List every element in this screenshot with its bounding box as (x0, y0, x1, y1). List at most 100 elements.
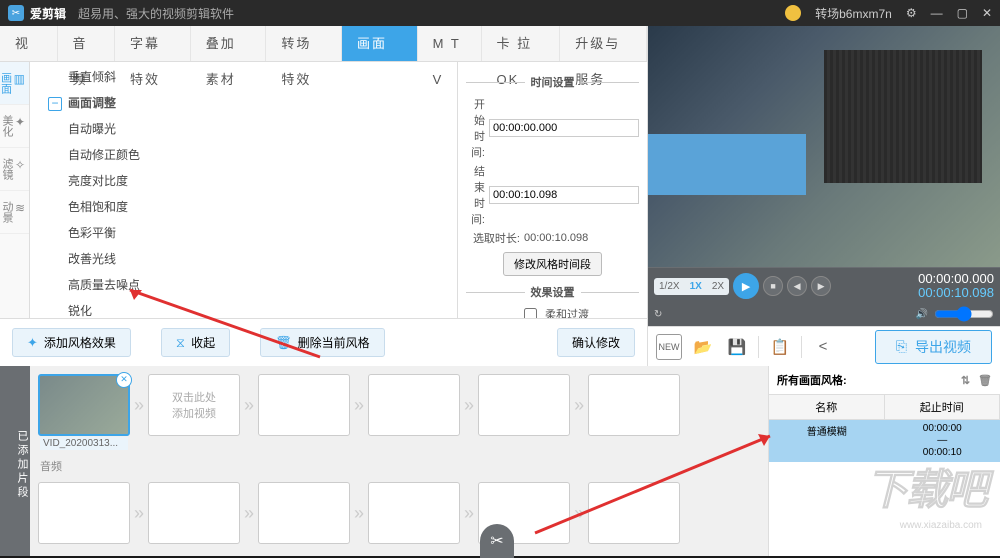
delete-effect-button[interactable]: 🗑删除当前风格 (260, 328, 385, 357)
app-logo-icon: ✂ (8, 5, 24, 21)
col-time: 起止时间 (885, 395, 1000, 419)
tree-item[interactable]: 垂直倾斜 (30, 64, 457, 90)
avatar-icon[interactable] (785, 5, 801, 21)
next-frame-button[interactable]: ▶ (811, 276, 831, 296)
tree-item[interactable]: 亮度对比度 (30, 168, 457, 194)
speed-tabs: 1/2X 1X 2X (654, 278, 729, 295)
speed-half[interactable]: 1/2X (654, 278, 685, 295)
audio-track-label: 音频 (38, 454, 760, 478)
col-name: 名称 (769, 395, 885, 419)
chevron-right-icon: » (134, 395, 144, 416)
app-subtitle: 超易用、强大的视频剪辑软件 (78, 5, 234, 22)
audio-clip-slot[interactable] (38, 482, 130, 544)
tree-group-adjust[interactable]: 画面调整 (30, 90, 457, 116)
tree-item[interactable]: 锐化 (30, 298, 457, 318)
settings-icon[interactable]: ⚙ (906, 6, 917, 20)
empty-clip-slot[interactable] (258, 374, 350, 436)
tab-style[interactable]: 画面风格 (342, 26, 418, 61)
minimize-button[interactable]: — (931, 6, 943, 20)
chevron-right-icon: » (354, 503, 364, 524)
time-display: 00:00:00.000 00:00:10.098 (918, 272, 994, 300)
close-button[interactable]: ✕ (982, 6, 992, 20)
wand-plus-icon: ✦ (27, 335, 38, 351)
chevron-right-icon: » (354, 395, 364, 416)
end-time-input[interactable] (489, 186, 639, 204)
speed-2x[interactable]: 2X (707, 278, 729, 295)
effect-row[interactable]: 普通模糊 00:00:00—00:00:10 (769, 420, 1000, 462)
chevron-right-icon: » (464, 503, 474, 524)
tab-audio[interactable]: 音 频 (58, 26, 116, 61)
maximize-button[interactable]: ▢ (957, 6, 968, 20)
audio-clip-slot[interactable] (368, 482, 460, 544)
tab-overlay[interactable]: 叠加素材 (191, 26, 267, 61)
wave-icon: ≋ (15, 201, 25, 215)
audio-clip-slot[interactable] (258, 482, 350, 544)
side-tab-picture[interactable]: ▥画面 (0, 62, 29, 105)
collapse-icon: ⧖ (176, 335, 185, 351)
new-icon[interactable]: NEW (656, 334, 682, 360)
tree-item[interactable]: 自动修正颜色 (30, 142, 457, 168)
start-time-input[interactable] (489, 119, 639, 137)
add-clip-slot[interactable]: 双击此处 添加视频 (148, 374, 240, 436)
collapse-button[interactable]: ⧖收起 (161, 328, 230, 357)
volume-icon[interactable]: 🔊 (916, 309, 928, 320)
clip-thumbnail[interactable]: VID_20200313... (38, 374, 130, 436)
play-button[interactable]: ▶ (733, 273, 759, 299)
open-folder-icon[interactable]: 📂 (690, 334, 716, 360)
soft-transition-checkbox[interactable] (524, 308, 537, 319)
main-nav-tabs: 视 频 音 频 字幕特效 叠加素材 转场特效 画面风格 M T V 卡 拉 OK… (0, 26, 647, 62)
modify-time-button[interactable]: 修改风格时间段 (503, 252, 602, 276)
scissors-button[interactable]: ✂ (480, 524, 514, 556)
empty-clip-slot[interactable] (588, 374, 680, 436)
tree-item[interactable]: 高质量去噪点 (30, 272, 457, 298)
duration-text: 00:00:10.098 (524, 232, 588, 244)
settings-panel: 时间设置 开始时间: 结束时间: 选取时长:00:00:10.098 修改风格时… (457, 62, 647, 318)
titlebar: ✂ 爱剪辑 超易用、强大的视频剪辑软件 转场b6mxm7n ⚙ — ▢ ✕ (0, 0, 1000, 26)
chevron-right-icon: » (464, 395, 474, 416)
tab-transition[interactable]: 转场特效 (266, 26, 342, 61)
tab-mtv[interactable]: M T V (418, 26, 482, 61)
tree-item[interactable]: 色彩平衡 (30, 220, 457, 246)
chevron-right-icon: » (244, 395, 254, 416)
side-tab-filter[interactable]: ✧滤镜 (0, 148, 29, 191)
tab-video[interactable]: 视 频 (0, 26, 58, 61)
add-effect-button[interactable]: ✦添加风格效果 (12, 328, 131, 357)
prev-frame-button[interactable]: ◀ (787, 276, 807, 296)
calendar-icon[interactable]: 📋 (767, 334, 793, 360)
empty-clip-slot[interactable] (478, 374, 570, 436)
share-icon[interactable]: < (810, 334, 836, 360)
trash-icon: 🗑 (275, 335, 292, 351)
tree-item[interactable]: 改善光线 (30, 246, 457, 272)
confirm-button[interactable]: 确认修改 (557, 328, 635, 357)
tab-subtitle[interactable]: 字幕特效 (115, 26, 191, 61)
audio-clip-slot[interactable] (148, 482, 240, 544)
audio-clip-slot[interactable] (588, 482, 680, 544)
effect-legend: 效果设置 (525, 284, 581, 300)
export-video-button[interactable]: ⎘导出视频 (875, 330, 992, 364)
export-icon: ⎘ (896, 338, 907, 355)
applied-effects-panel: 所有画面风格: ⇅🗑 名称 起止时间 普通模糊 00:00:00—00:00:1… (768, 366, 1000, 556)
tab-karaoke[interactable]: 卡 拉 OK (482, 26, 561, 61)
tree-item[interactable]: 自动曝光 (30, 116, 457, 142)
side-tab-beautify[interactable]: ✦美化 (0, 105, 29, 148)
tab-upgrade[interactable]: 升级与服务 (560, 26, 647, 61)
grid-icon: ▥ (14, 72, 25, 86)
wand-icon: ✧ (15, 158, 25, 172)
repeat-icon[interactable]: ↻ (654, 309, 662, 320)
preview-panel: 1/2X 1X 2X ▶ ■ ◀ ▶ 00:00:00.000 00:00:10… (648, 26, 1000, 366)
empty-clip-slot[interactable] (368, 374, 460, 436)
timeline: 已添加片段 VID_20200313... » 双击此处 添加视频 » » » … (0, 366, 1000, 556)
trash-icon[interactable]: 🗑 (978, 374, 992, 387)
app-name: 爱剪辑 (30, 5, 66, 22)
effect-tree: 垂直倾斜 画面调整 自动曝光 自动修正颜色 亮度对比度 色相饱和度 色彩平衡 改… (30, 62, 457, 318)
speed-1x[interactable]: 1X (685, 278, 707, 295)
video-preview[interactable] (648, 26, 1000, 267)
sparkle-icon: ✦ (15, 115, 25, 129)
volume-slider[interactable] (934, 306, 994, 322)
sort-icon[interactable]: ⇅ (961, 374, 970, 387)
tree-item[interactable]: 色相饱和度 (30, 194, 457, 220)
stop-button[interactable]: ■ (763, 276, 783, 296)
side-tab-motion[interactable]: ≋动景 (0, 191, 29, 234)
save-icon[interactable]: 💾 (724, 334, 750, 360)
chevron-right-icon: » (574, 503, 584, 524)
